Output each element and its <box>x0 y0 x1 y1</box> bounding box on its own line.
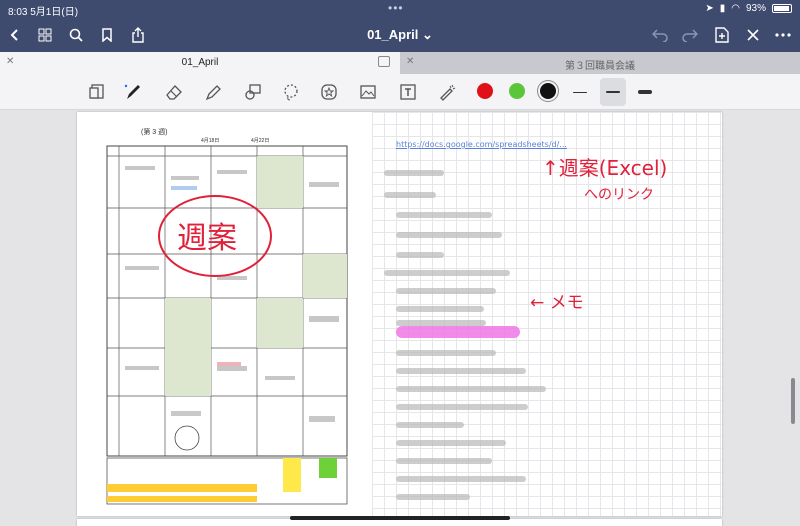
circled-annotation: 週案 <box>177 222 237 255</box>
search-icon[interactable] <box>65 24 87 46</box>
lasso-icon[interactable] <box>278 79 304 105</box>
scrollbar-thumb[interactable] <box>791 378 795 424</box>
text-icon[interactable] <box>395 79 421 105</box>
tab-01-april[interactable]: ✕ 01_April <box>0 52 400 74</box>
schedule-date-4: 4月22日 <box>251 138 269 144</box>
weekly-schedule: (第 3 週) 4月18日 4月22日 週案 <box>106 127 348 505</box>
stroke-thick[interactable] <box>632 78 658 106</box>
color-red[interactable] <box>477 83 493 99</box>
status-bar: 8:03 5月1日(日) ••• ➤ ▮ ◠ 93% <box>0 0 800 18</box>
next-page[interactable] <box>77 519 722 526</box>
sticker-icon[interactable] <box>316 79 342 105</box>
bookmark-icon[interactable] <box>96 24 118 46</box>
signal-icon: ▮ <box>719 3 726 14</box>
location-icon: ➤ <box>705 3 714 14</box>
stroke-medium[interactable] <box>600 78 626 106</box>
schedule-date-0: 4月18日 <box>201 138 219 144</box>
note-canvas[interactable]: (第 3 週) 4月18日 4月22日 週案 https://docs.goog… <box>0 110 800 526</box>
home-indicator[interactable] <box>290 516 510 520</box>
eraser-icon[interactable] <box>161 79 187 105</box>
status-time: 8:03 5月1日(日) <box>8 7 79 18</box>
split-view-icon[interactable] <box>378 56 390 67</box>
memo-highlight <box>396 326 520 338</box>
laser-icon[interactable] <box>434 79 460 105</box>
more-icon[interactable] <box>772 24 794 46</box>
image-icon[interactable] <box>355 79 381 105</box>
undo-icon[interactable] <box>649 24 671 46</box>
color-black[interactable] <box>540 83 556 99</box>
annotation-memo: ← メモ <box>530 293 584 313</box>
tab-staff-meeting[interactable]: ✕ 第３回職員会議 <box>400 52 800 74</box>
annotation-link: ↑週案(Excel) <box>542 156 668 180</box>
battery-percent: 93% <box>745 3 766 14</box>
stroke-thin[interactable] <box>567 78 593 106</box>
pen-icon[interactable] <box>120 79 146 105</box>
annotation-link2: へのリンク <box>584 187 654 203</box>
add-page-icon[interactable] <box>711 24 733 46</box>
layers-icon[interactable] <box>84 79 110 105</box>
document-title[interactable]: 01_April ⌄ <box>330 27 470 43</box>
note-page[interactable]: (第 3 週) 4月18日 4月22日 週案 https://docs.goog… <box>77 112 722 516</box>
nav-bar: 01_April ⌄ <box>0 20 800 50</box>
highlighter-icon[interactable] <box>200 79 226 105</box>
battery-icon <box>772 4 792 13</box>
top-bar: 8:03 5月1日(日) ••• ➤ ▮ ◠ 93% 01_April ⌄ <box>0 0 800 52</box>
shapes-icon[interactable] <box>240 79 266 105</box>
redo-icon[interactable] <box>679 24 701 46</box>
color-green[interactable] <box>509 83 525 99</box>
close-icon[interactable] <box>742 24 764 46</box>
status-right: ➤ ▮ ◠ 93% <box>705 3 792 14</box>
tab-bar: ✕ 01_April ✕ 第３回職員会議 <box>0 52 800 74</box>
wifi-icon: ◠ <box>731 3 740 14</box>
schedule-title: (第 3 週) <box>141 127 167 136</box>
grid-note-area[interactable]: https://docs.google.com/spreadsheets/d/.… <box>372 112 722 516</box>
tool-bar <box>0 74 800 110</box>
multitask-dots[interactable]: ••• <box>388 1 404 15</box>
link-text[interactable]: https://docs.google.com/spreadsheets/d/.… <box>396 140 567 149</box>
share-icon[interactable] <box>127 24 149 46</box>
back-icon[interactable] <box>4 24 26 46</box>
grid-icon[interactable] <box>34 24 56 46</box>
